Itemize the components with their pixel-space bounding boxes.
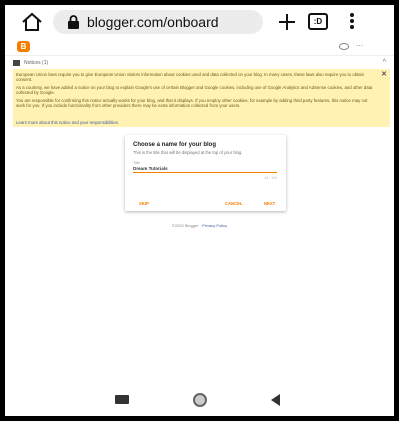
blogger-header: B ⋯ bbox=[5, 38, 394, 56]
copyright-text: ©2022 Blogger · bbox=[171, 223, 203, 228]
notice-paragraph: European Union laws require you to give … bbox=[16, 72, 365, 82]
blogger-logo[interactable]: B bbox=[17, 41, 30, 52]
notice-paragraph: You are responsible for confirming this … bbox=[16, 98, 368, 108]
phone-screen: blogger.com/onboard :D B ⋯ Notices (1) ^… bbox=[5, 5, 394, 416]
page-footer: ©2022 Blogger · Privacy Policy bbox=[5, 223, 394, 229]
url-text: blogger.com/onboard bbox=[87, 14, 219, 30]
recent-apps-icon[interactable] bbox=[115, 395, 129, 404]
cookie-notice: ✕ European Union laws require you to giv… bbox=[13, 69, 390, 127]
notices-label: Notices (1) bbox=[24, 60, 49, 66]
view-blog-icon[interactable] bbox=[339, 43, 349, 50]
tab-switcher-icon[interactable]: :D bbox=[308, 13, 328, 30]
skip-button[interactable]: SKIP bbox=[139, 201, 149, 207]
blog-name-dialog: Choose a name for your blog This is the … bbox=[125, 135, 286, 211]
new-tab-icon[interactable] bbox=[277, 12, 297, 32]
home-button-icon[interactable] bbox=[193, 393, 207, 407]
home-icon[interactable] bbox=[21, 12, 43, 32]
browser-toolbar: blogger.com/onboard :D bbox=[5, 5, 394, 38]
overflow-menu-icon[interactable] bbox=[349, 12, 355, 32]
char-counter: 15 / 100 bbox=[264, 176, 277, 180]
url-bar[interactable]: blogger.com/onboard bbox=[53, 10, 263, 34]
notice-flag-icon bbox=[13, 60, 20, 66]
lock-icon bbox=[68, 15, 79, 29]
notice-paragraph: As a courtesy, we have added a notice on… bbox=[16, 85, 373, 95]
blog-title-input[interactable] bbox=[133, 165, 277, 173]
notices-header: Notices (1) ^ bbox=[13, 59, 386, 69]
learn-more-link[interactable]: Learn more about this notice and your re… bbox=[16, 120, 119, 125]
privacy-policy-link[interactable]: Privacy Policy bbox=[202, 223, 227, 228]
apps-icon[interactable]: ⋯ bbox=[356, 43, 366, 50]
dialog-subtitle: This is the title that will be displayed… bbox=[133, 150, 243, 155]
chevron-up-icon[interactable]: ^ bbox=[383, 59, 386, 67]
cancel-button[interactable]: CANCEL bbox=[225, 201, 242, 207]
next-button[interactable]: NEXT bbox=[264, 201, 275, 207]
dialog-title: Choose a name for your blog bbox=[133, 142, 217, 148]
back-icon[interactable] bbox=[271, 394, 280, 406]
android-nav-bar bbox=[5, 383, 394, 416]
close-icon[interactable]: ✕ bbox=[381, 71, 387, 79]
